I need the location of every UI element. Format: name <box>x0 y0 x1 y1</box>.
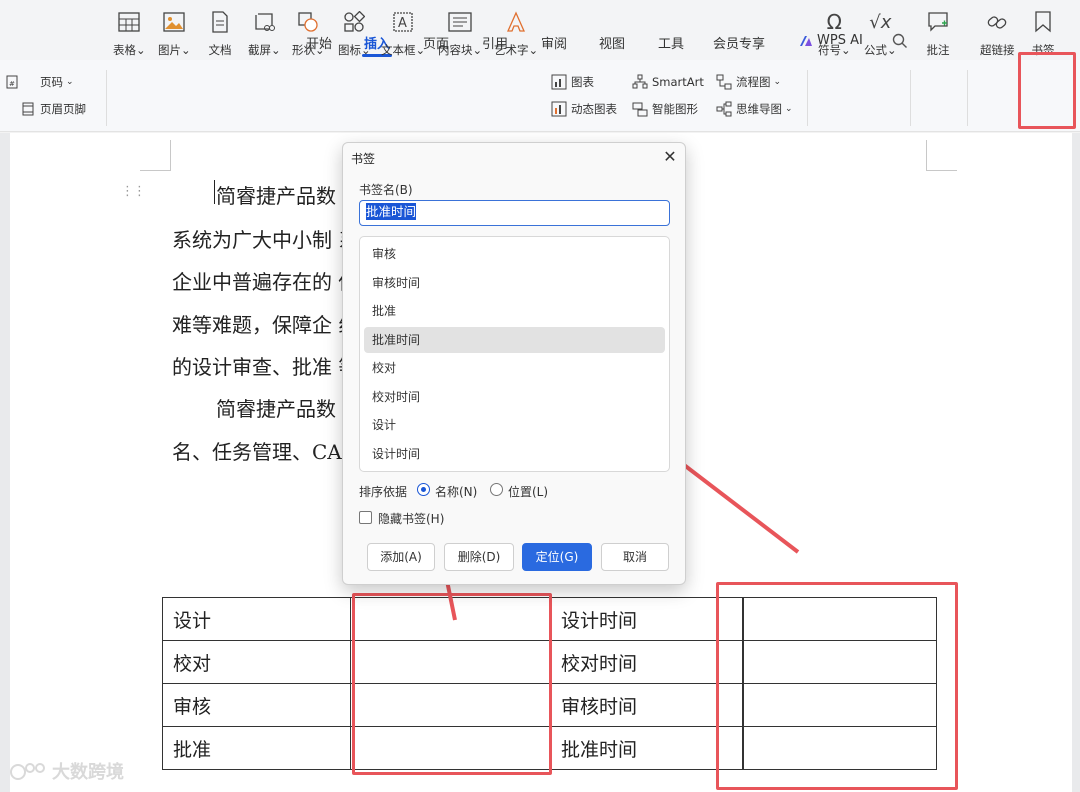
sort-by-position-label[interactable]: 位置(L) <box>508 483 548 500</box>
dialog-title: 书签 <box>351 152 376 166</box>
bookmark-list-item[interactable]: 校对时间 <box>364 384 665 410</box>
bookmark-list-item[interactable]: 设计 <box>364 412 665 438</box>
sort-by-name-radio[interactable] <box>417 483 430 496</box>
bookmark-name-value: 批准时间 <box>366 203 417 220</box>
bookmark-list-item[interactable]: 校对 <box>364 355 665 381</box>
bookmark-name-label: 书签名(B) <box>359 183 413 197</box>
bookmark-list-item[interactable]: 审核时间 <box>364 270 665 296</box>
close-icon[interactable]: ✕ <box>661 148 679 166</box>
bookmark-list-item[interactable]: 设计时间 <box>364 441 665 467</box>
hidden-bookmarks-checkbox[interactable] <box>359 511 372 524</box>
bookmark-dialog: 书签 ✕ 书签名(B) 批准时间 审核 审核时间 批准 批准时间 校对 校对时间… <box>342 142 686 585</box>
sort-by-name-label[interactable]: 名称(N) <box>435 483 477 500</box>
bookmark-list-item-selected[interactable]: 批准时间 <box>364 327 665 353</box>
cancel-button[interactable]: 取消 <box>601 543 669 571</box>
bookmark-name-input[interactable]: 批准时间 <box>359 200 670 226</box>
watermark-logo-icon <box>10 763 45 780</box>
sort-by-position-radio[interactable] <box>490 483 503 496</box>
add-button[interactable]: 添加(A) <box>367 543 435 571</box>
hidden-bookmarks-label[interactable]: 隐藏书签(H) <box>378 510 444 527</box>
bookmark-list-item[interactable]: 审核 <box>364 241 665 267</box>
bookmark-list[interactable]: 审核 审核时间 批准 批准时间 校对 校对时间 设计 设计时间 <box>359 236 670 472</box>
sort-by-label: 排序依据 <box>359 485 408 499</box>
delete-button[interactable]: 删除(D) <box>444 543 514 571</box>
goto-button[interactable]: 定位(G) <box>522 543 592 571</box>
bookmark-list-item[interactable]: 批准 <box>364 298 665 324</box>
watermark-text: 大数跨境 <box>52 762 124 783</box>
